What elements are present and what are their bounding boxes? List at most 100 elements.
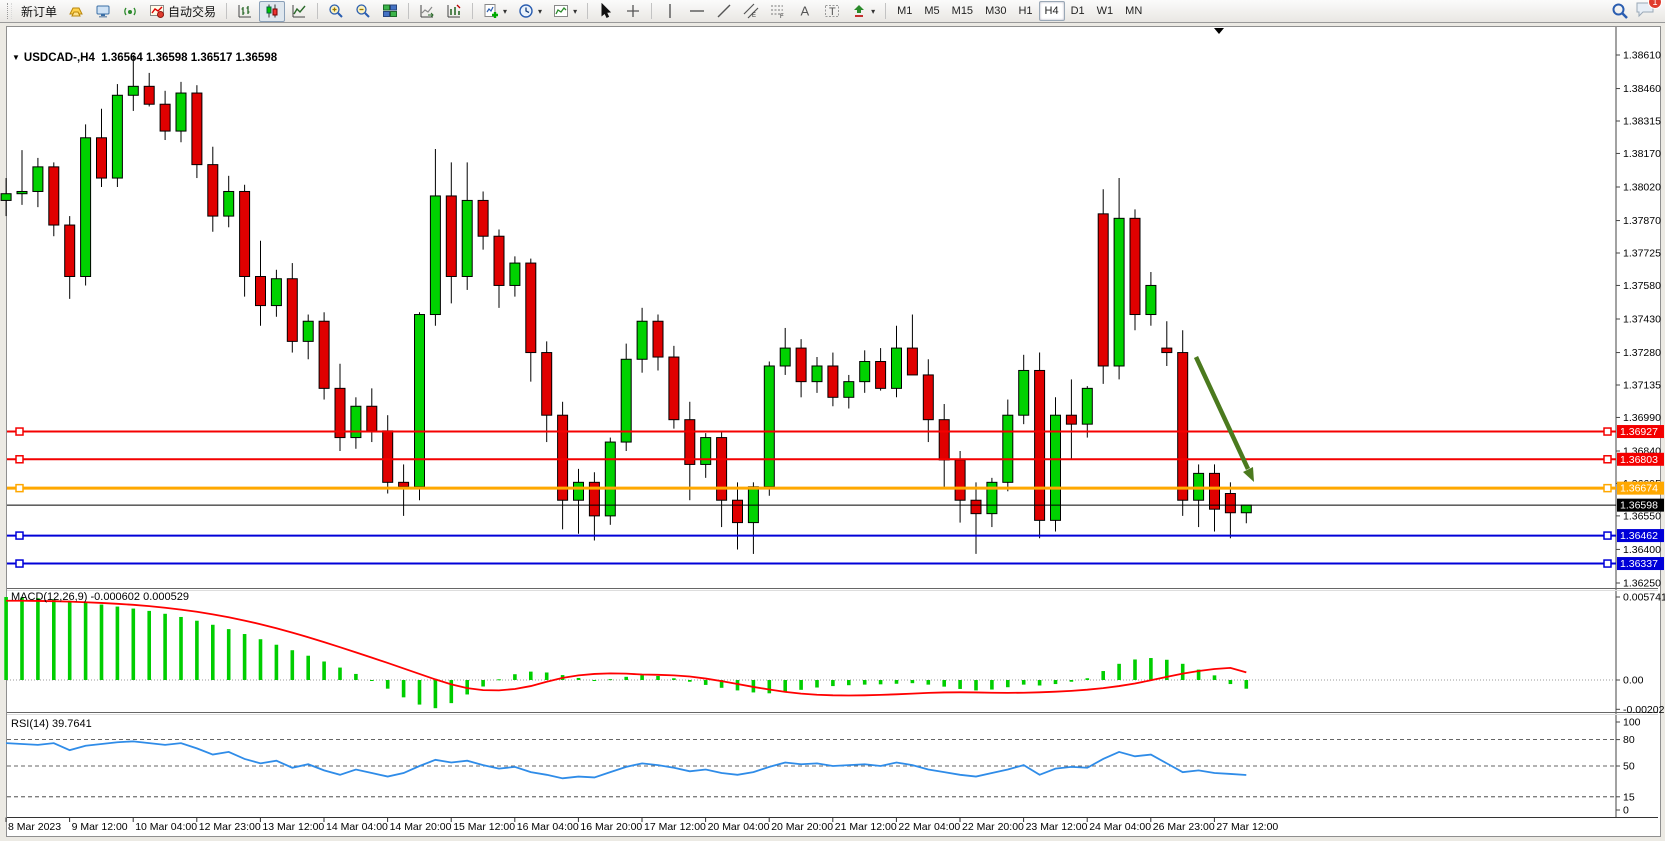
candle-body [780,348,790,366]
hline-handle[interactable] [16,560,23,567]
chart-canvas[interactable]: 1.386101.384601.383151.381701.380201.378… [0,23,1665,841]
macd-label: MACD(12,26,9) -0.000602 0.000529 [11,591,189,603]
price-label-text: 1.36598 [1620,500,1658,512]
toolbar-grip[interactable] [7,3,12,19]
cursor-tool-button[interactable] [593,1,619,22]
hline-handle[interactable] [1604,485,1611,492]
svg-text:A: A [801,4,810,19]
macd-bar [338,668,342,680]
macd-bar [879,680,883,684]
hline-handle[interactable] [1604,532,1611,539]
chart-objects-button[interactable] [441,1,467,22]
hline-handle[interactable] [1604,456,1611,463]
svg-text:1.36990: 1.36990 [1623,412,1661,424]
period-button[interactable]: ▾ [513,1,547,22]
macd-bar [688,680,692,682]
hline-handle[interactable] [1604,428,1611,435]
candle-body [367,406,377,431]
signal-button[interactable] [117,1,143,22]
toolbar-separator [472,3,473,19]
time-axis[interactable]: 8 Mar 20239 Mar 12:0010 Mar 04:0012 Mar … [6,818,1278,834]
tile-windows-button[interactable] [377,1,403,22]
horizontal-lines[interactable]: 1.369271.368031.366741.365981.364621.363… [7,425,1664,570]
hline-handle[interactable] [16,485,23,492]
line-chart-mode-button[interactable] [286,1,312,22]
candle-body [144,86,154,104]
zoom-out-icon [355,3,371,19]
trend-arrow-annotation[interactable] [1196,357,1254,482]
timeframe-group: M1M5M15M30H1H4D1W1MN [891,1,1148,21]
price-label-text: 1.36927 [1620,426,1658,438]
crosshair-tool-button[interactable] [620,1,646,22]
macd-bar [768,680,772,693]
hline-handle[interactable] [1604,560,1611,567]
time-label: 15 Mar 12:00 [453,821,515,833]
symbol-dropdown-icon[interactable]: ▼ [12,53,20,62]
new-order-button[interactable]: 新订单 [16,1,62,22]
macd-pane[interactable]: 0.0057410.00-0.002027 [4,592,1665,716]
timeframe-mn[interactable]: MN [1119,1,1148,21]
macd-bar [927,680,931,685]
candle-body [192,93,202,165]
candles[interactable] [1,55,1251,554]
template-button[interactable]: ▾ [548,1,582,22]
timeframe-m30[interactable]: M30 [979,1,1012,21]
text-tool-button[interactable]: A [792,1,818,22]
fibonacci-tool-button[interactable]: F [765,1,791,22]
timeframe-d1[interactable]: D1 [1065,1,1091,21]
macd-bar [831,680,835,686]
time-label: 16 Mar 20:00 [580,821,642,833]
zoom-out-button[interactable] [350,1,376,22]
timeframe-m15[interactable]: M15 [946,1,979,21]
indicator-window-button[interactable] [414,1,440,22]
macd-bar [1133,659,1137,680]
timeframe-h1[interactable]: H1 [1012,1,1038,21]
candle-body [17,191,27,193]
rsi-pane[interactable]: 1008050150 [6,717,1641,817]
hline-handle[interactable] [16,428,23,435]
macd-bar [100,605,104,680]
hline-handle[interactable] [16,456,23,463]
vertical-line-tool-button[interactable] [657,1,683,22]
hline-handle[interactable] [16,532,23,539]
toolbar-separator [651,3,652,19]
terminal-button[interactable] [90,1,116,22]
zoom-in-icon [328,3,344,19]
search-icon[interactable] [1611,2,1629,20]
candle-body [351,406,361,437]
tile-windows-icon [382,3,398,19]
candlestick-mode-button[interactable] [259,1,285,22]
bar-chart-mode-button[interactable] [232,1,258,22]
gold-ingot-icon [68,3,84,19]
svg-text:1.38170: 1.38170 [1623,148,1661,160]
timeframe-w1[interactable]: W1 [1091,1,1120,21]
equidistant-channel-tool-button[interactable]: E [738,1,764,22]
gold-button[interactable] [63,1,89,22]
timeframe-m5[interactable]: M5 [918,1,945,21]
time-label: 24 Mar 04:00 [1089,821,1151,833]
candle-body [1178,353,1188,501]
time-label: 13 Mar 12:00 [262,821,324,833]
horizontal-line-tool-button[interactable] [684,1,710,22]
text-label-tool-button[interactable]: T [819,1,845,22]
svg-text:0.005741: 0.005741 [1623,592,1665,604]
svg-text:1.37430: 1.37430 [1623,314,1661,326]
arrows-tool-button[interactable]: ▾ [846,1,880,22]
price-label-text: 1.36462 [1620,530,1658,542]
zoom-in-button[interactable] [323,1,349,22]
macd-bar [386,680,390,689]
candle-body [256,276,266,305]
timeframe-h4[interactable]: H4 [1039,1,1065,21]
auto-trading-button[interactable]: 自动交易 [144,1,221,22]
macd-bar [704,680,708,685]
indicator-window-icon [419,3,435,19]
new-chart-button[interactable]: ▾ [478,1,512,22]
chart-shift-marker[interactable] [1214,28,1224,34]
chat-button[interactable]: 1 [1635,0,1655,23]
trendline-tool-button[interactable] [711,1,737,22]
macd-bar [656,676,660,680]
template-icon [553,3,569,19]
timeframe-m1[interactable]: M1 [891,1,918,21]
svg-text:F: F [780,14,784,19]
candle-body [764,366,774,487]
